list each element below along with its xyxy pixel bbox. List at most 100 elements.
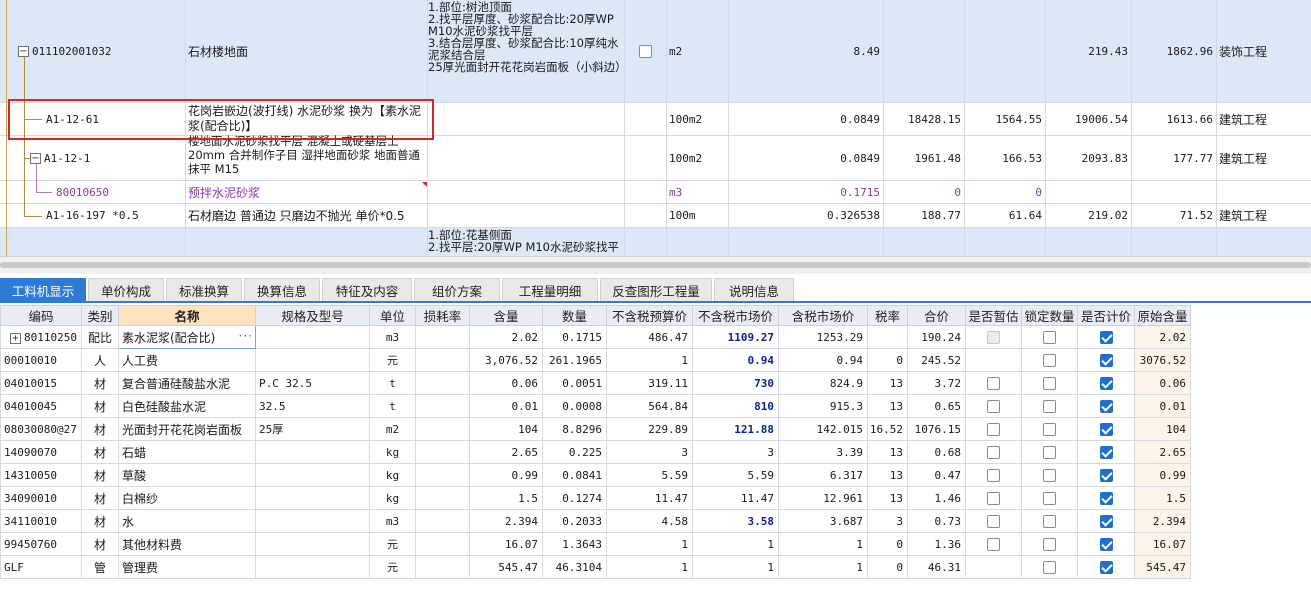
cell-unit[interactable]: t bbox=[369, 394, 416, 418]
col-content[interactable]: 含量 bbox=[469, 305, 543, 326]
table-row[interactable]: GLF 管管理费元 545.47 46.3104 1 1 1 0 46.31 545.47 bbox=[0, 555, 1191, 579]
col-quantity[interactable]: 数量 bbox=[542, 305, 607, 326]
cell-quantity[interactable]: 261.1965 bbox=[542, 348, 607, 372]
col-tax-market-price[interactable]: 含税市场价 bbox=[778, 305, 868, 326]
cell-content[interactable]: 104 bbox=[469, 417, 543, 441]
cell-tax-market-price[interactable]: 1253.29 bbox=[778, 325, 868, 349]
cell-content[interactable]: 1.5 bbox=[469, 486, 543, 510]
cell-unit[interactable]: kg bbox=[369, 463, 416, 487]
cell-original-content[interactable]: 1.5 bbox=[1134, 486, 1191, 510]
cell-spec[interactable] bbox=[255, 463, 370, 487]
col-market-price[interactable]: 不含税市场价 bbox=[692, 305, 779, 326]
cell-content[interactable]: 16.07 bbox=[469, 532, 543, 556]
cell-market-price[interactable]: 3 bbox=[692, 440, 779, 464]
cell-quantity[interactable]: 46.3104 bbox=[542, 555, 607, 579]
cell-category[interactable]: 材 bbox=[81, 463, 119, 487]
cell-code[interactable]: 08030080@27 bbox=[0, 417, 82, 441]
cell-unit[interactable]: 元 bbox=[369, 555, 416, 579]
table-row[interactable]: +80110250 配比 素水泥浆(配合比) ··· m3 2.02 0.1715 486.4… bbox=[0, 325, 1191, 349]
checkbox[interactable] bbox=[987, 538, 1000, 551]
cell-tax-market-price[interactable]: 1 bbox=[778, 532, 868, 556]
cell-original-content[interactable]: 2.394 bbox=[1134, 509, 1191, 533]
col-tax-rate[interactable]: 税率 bbox=[867, 305, 908, 326]
cell-unit[interactable]: kg bbox=[369, 486, 416, 510]
checkbox[interactable] bbox=[1099, 400, 1113, 413]
cell-total[interactable]: 1.36 bbox=[907, 532, 966, 556]
cell-name[interactable]: 水 bbox=[118, 509, 256, 533]
cell-content[interactable]: 0.01 bbox=[469, 394, 543, 418]
cell-loss-rate[interactable] bbox=[415, 325, 470, 349]
cell-budget-price[interactable]: 11.47 bbox=[606, 486, 693, 510]
cell-tax-rate[interactable]: 0 bbox=[867, 555, 908, 579]
cell-tax-rate[interactable]: 13 bbox=[867, 440, 908, 464]
cell-tax-market-price[interactable]: 1 bbox=[778, 555, 868, 579]
cell-spec[interactable] bbox=[255, 509, 370, 533]
checkbox[interactable] bbox=[1099, 377, 1113, 390]
cell-spec[interactable] bbox=[255, 325, 370, 349]
checkbox[interactable] bbox=[1043, 469, 1056, 482]
checkbox[interactable] bbox=[987, 492, 1000, 505]
cell-content[interactable]: 3,076.52 bbox=[469, 348, 543, 372]
col-loss-rate[interactable]: 损耗率 bbox=[415, 305, 470, 326]
cell-market-price[interactable]: 11.47 bbox=[692, 486, 779, 510]
cell-name[interactable]: 石蜡 bbox=[118, 440, 256, 464]
cell-category[interactable]: 管 bbox=[81, 555, 119, 579]
cell-quantity[interactable]: 0.0008 bbox=[542, 394, 607, 418]
cell-original-content[interactable]: 0.99 bbox=[1134, 463, 1191, 487]
cell-category[interactable]: 材 bbox=[81, 371, 119, 395]
table-row[interactable]: 34110010 材水 m3 2.394 0.2033 4.58 3.58 3.687 3 0.7… bbox=[0, 509, 1191, 533]
checkbox[interactable] bbox=[1043, 423, 1056, 436]
cell-unit[interactable]: t bbox=[369, 371, 416, 395]
cell-quantity[interactable]: 0.0841 bbox=[542, 463, 607, 487]
col-name[interactable]: 名称 bbox=[118, 305, 256, 326]
table-row[interactable]: 14310050 材草酸 kg 0.99 0.0841 5.59 5.59 6.317 13 0.… bbox=[0, 463, 1191, 487]
table-row[interactable]: 04010015 材复合普通硅酸盐水泥 P.C 32.5 t 0.06 0.0051 319… bbox=[0, 371, 1191, 395]
col-provisional[interactable]: 是否暂估 bbox=[965, 305, 1022, 326]
cell-category[interactable]: 材 bbox=[81, 486, 119, 510]
cell-tax-rate[interactable]: 0 bbox=[867, 348, 908, 372]
cell-total[interactable]: 190.24 bbox=[907, 325, 966, 349]
table-row[interactable]: 80010650 预拌水泥砂浆 m3 0.1715 0 0 bbox=[0, 181, 1311, 204]
cell-total[interactable]: 0.65 bbox=[907, 394, 966, 418]
cell-category[interactable]: 配比 bbox=[81, 325, 119, 349]
col-budget-price[interactable]: 不含税预算价 bbox=[606, 305, 693, 326]
table-row[interactable]: 08030080@27 材光面封开花花岗岩面板 25厚 m2 104 8.8296 229.… bbox=[0, 417, 1191, 441]
table-row[interactable]: 00010010 人人工费元 3,076.52 261.1965 1 0.94 0.94 0 2… bbox=[0, 348, 1191, 372]
cell-loss-rate[interactable] bbox=[415, 486, 470, 510]
cell-original-content[interactable]: 104 bbox=[1134, 417, 1191, 441]
tab-pricing-scheme[interactable]: 组价方案 bbox=[414, 278, 500, 301]
cell-market-price[interactable]: 121.88 bbox=[692, 417, 779, 441]
cell-name[interactable]: 光面封开花花岗岩面板 bbox=[118, 417, 256, 441]
cell-spec[interactable] bbox=[255, 486, 370, 510]
table-row[interactable]: 04010045 材白色硅酸盐水泥 32.5 t 0.01 0.0008 564.84 810… bbox=[0, 394, 1191, 418]
tab-resource-display[interactable]: 工料机显示 bbox=[0, 278, 86, 301]
tab-features[interactable]: 特征及内容 bbox=[322, 278, 412, 301]
cell-tax-market-price[interactable]: 824.9 bbox=[778, 371, 868, 395]
cell-spec[interactable]: 25厚 bbox=[255, 417, 370, 441]
checkbox[interactable] bbox=[1043, 492, 1056, 505]
cell-spec[interactable]: P.C 32.5 bbox=[255, 371, 370, 395]
table-row[interactable]: 34090010 材白棉纱 kg 1.5 0.1274 11.47 11.47 12.961 1… bbox=[0, 486, 1191, 510]
cell-spec[interactable] bbox=[255, 555, 370, 579]
checkbox[interactable] bbox=[987, 400, 1000, 413]
cell-code[interactable]: 99450760 bbox=[0, 532, 82, 556]
cell-tax-rate[interactable]: 3 bbox=[867, 509, 908, 533]
cell-loss-rate[interactable] bbox=[415, 440, 470, 464]
cell-quantity[interactable]: 0.1274 bbox=[542, 486, 607, 510]
cell-budget-price[interactable]: 4.58 bbox=[606, 509, 693, 533]
cell-spec[interactable] bbox=[255, 532, 370, 556]
cell-loss-rate[interactable] bbox=[415, 371, 470, 395]
table-row[interactable]: 1.部位:花基侧面 2.找平层:20厚WP M10水泥砂浆找平 bbox=[0, 228, 1311, 256]
cell-content[interactable]: 2.394 bbox=[469, 509, 543, 533]
cell-spec[interactable] bbox=[255, 440, 370, 464]
cell-total[interactable]: 46.31 bbox=[907, 555, 966, 579]
cell-tax-rate[interactable] bbox=[867, 325, 908, 349]
checkbox[interactable] bbox=[1099, 331, 1113, 344]
cell-market-price[interactable]: 1109.27 bbox=[692, 325, 779, 349]
cell-market-price[interactable]: 810 bbox=[692, 394, 779, 418]
cell-quantity[interactable]: 0.2033 bbox=[542, 509, 607, 533]
tab-quantity-detail[interactable]: 工程量明细 bbox=[502, 278, 598, 301]
cell-budget-price[interactable]: 3 bbox=[606, 440, 693, 464]
cell-market-price[interactable]: 730 bbox=[692, 371, 779, 395]
cell-original-content[interactable]: 545.47 bbox=[1134, 555, 1191, 579]
